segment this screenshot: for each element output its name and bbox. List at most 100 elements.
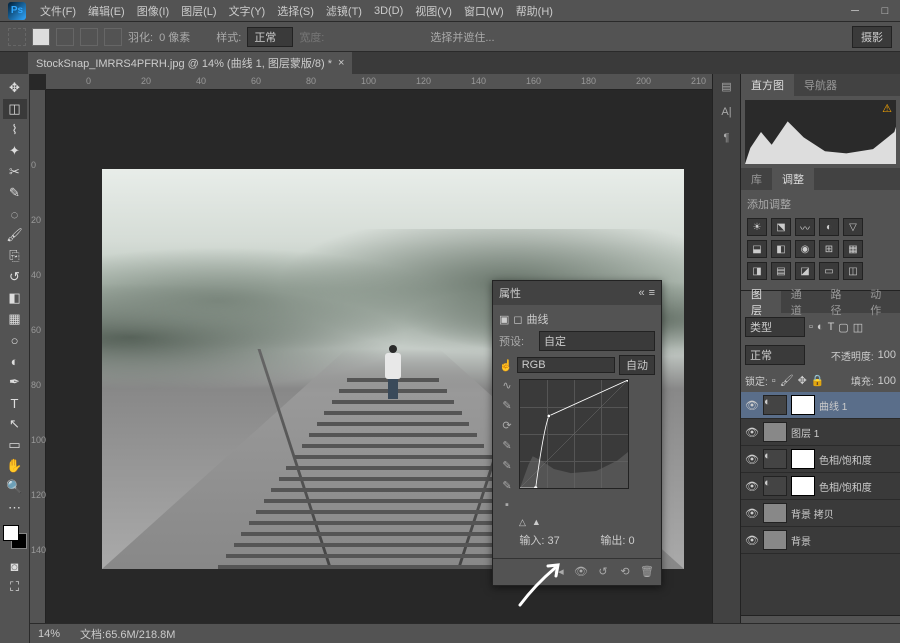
feather-value[interactable]: 0 像素: [159, 29, 190, 45]
layer-mask-thumb[interactable]: [791, 476, 815, 496]
layer-visibility-icon[interactable]: 👁: [745, 426, 759, 439]
blend-mode-select[interactable]: 正常: [745, 345, 805, 365]
selection-add-icon[interactable]: [56, 28, 74, 46]
tab-actions[interactable]: 动作: [860, 291, 900, 313]
layer-name-label[interactable]: 图层 1: [791, 425, 896, 440]
adj-exposure-icon[interactable]: ◐: [819, 218, 839, 236]
adj-photo-filter-icon[interactable]: ◉: [795, 240, 815, 258]
menu-select[interactable]: 选择(S): [271, 3, 320, 19]
gradient-tool[interactable]: ▦: [3, 309, 27, 329]
layer-mask-thumb[interactable]: [791, 395, 815, 415]
adj-threshold-icon[interactable]: ◪: [795, 262, 815, 280]
layer-row[interactable]: 👁◐色相/饱和度: [741, 473, 900, 500]
filter-adjust-icon[interactable]: ◐: [817, 321, 824, 333]
select-and-mask-button[interactable]: 选择并遮住...: [430, 29, 494, 45]
target-adjust-icon[interactable]: ☝: [499, 359, 513, 372]
menu-file[interactable]: 文件(F): [34, 3, 82, 19]
marquee-tool-icon[interactable]: [8, 28, 26, 46]
eraser-tool[interactable]: ◧: [3, 288, 27, 308]
tab-navigator[interactable]: 导航器: [794, 74, 847, 96]
selection-intersect-icon[interactable]: [104, 28, 122, 46]
output-value[interactable]: 0: [629, 535, 635, 547]
layer-row[interactable]: 👁 图层 1: [741, 419, 900, 446]
mask-icon[interactable]: ◻: [513, 313, 522, 326]
reset-default-icon[interactable]: ⟲: [617, 565, 633, 579]
filter-pixel-icon[interactable]: ▫: [809, 321, 813, 333]
selection-subtract-icon[interactable]: [80, 28, 98, 46]
minimize-button[interactable]: ─: [840, 1, 870, 21]
blur-tool[interactable]: ○: [3, 330, 27, 350]
menu-image[interactable]: 图像(I): [131, 3, 175, 19]
adj-bw-icon[interactable]: ◧: [771, 240, 791, 258]
magic-wand-tool[interactable]: ✦: [3, 141, 27, 161]
screen-mode-toggle[interactable]: ⛶: [3, 577, 27, 597]
toggle-visibility-icon[interactable]: 👁: [573, 565, 589, 579]
rectangle-tool[interactable]: ▭: [3, 435, 27, 455]
menu-layer[interactable]: 图层(L): [175, 3, 222, 19]
menu-3d[interactable]: 3D(D): [368, 5, 409, 17]
layer-name-label[interactable]: 色相/饱和度: [819, 479, 896, 494]
layer-visibility-icon[interactable]: 👁: [745, 534, 759, 547]
filter-type-icon[interactable]: T: [828, 321, 835, 333]
layer-name-label[interactable]: 曲线 1: [819, 398, 896, 413]
maximize-button[interactable]: □: [870, 1, 900, 21]
adj-posterize-icon[interactable]: ▤: [771, 262, 791, 280]
history-panel-icon[interactable]: ▤: [718, 80, 736, 96]
color-swatches[interactable]: [3, 525, 27, 549]
layer-row[interactable]: 👁背景 拷贝: [741, 500, 900, 527]
style-select[interactable]: 正常: [247, 27, 293, 47]
brush-tool[interactable]: 🖌: [3, 225, 27, 245]
collapse-panel-icon[interactable]: «: [638, 287, 644, 299]
eyedropper-tool[interactable]: ✎: [3, 183, 27, 203]
layer-name-label[interactable]: 背景 拷贝: [791, 506, 896, 521]
curve-clip-icon[interactable]: ▪: [499, 499, 515, 515]
channel-select[interactable]: RGB: [517, 357, 615, 373]
lock-position-icon[interactable]: ✥: [798, 374, 807, 387]
fill-value[interactable]: 100: [878, 375, 896, 387]
layer-filter-kind[interactable]: 类型: [745, 317, 805, 337]
eyedropper-white-icon[interactable]: ✎: [499, 479, 515, 495]
clip-to-layer-icon[interactable]: ▪◂: [551, 565, 567, 579]
layer-visibility-icon[interactable]: 👁: [745, 453, 759, 466]
lock-pixels-icon[interactable]: 🖌: [780, 374, 794, 387]
adj-channel-mixer-icon[interactable]: ⊞: [819, 240, 839, 258]
edit-toolbar[interactable]: ⋯: [3, 498, 27, 518]
tab-channels[interactable]: 通道: [781, 291, 821, 313]
menu-window[interactable]: 窗口(W): [458, 3, 510, 19]
document-tab[interactable]: StockSnap_IMRRS4PFRH.jpg @ 14% (曲线 1, 图层…: [28, 52, 352, 74]
menu-edit[interactable]: 编辑(E): [82, 3, 131, 19]
adj-vibrance-icon[interactable]: ▽: [843, 218, 863, 236]
opacity-value[interactable]: 100: [878, 349, 896, 361]
document-info[interactable]: 文档:65.6M/218.8M: [80, 626, 175, 642]
adj-hue-icon[interactable]: ⬓: [747, 240, 767, 258]
layer-row[interactable]: 👁背景: [741, 527, 900, 554]
curves-graph[interactable]: [519, 379, 629, 489]
curve-smooth-icon[interactable]: ⟳: [499, 419, 515, 435]
tab-adjustments[interactable]: 调整: [772, 168, 814, 190]
tab-library[interactable]: 库: [741, 168, 772, 190]
zoom-level[interactable]: 14%: [38, 628, 60, 640]
input-value[interactable]: 37: [547, 535, 559, 547]
move-tool[interactable]: ✥: [3, 78, 27, 98]
spot-heal-tool[interactable]: ◌: [3, 204, 27, 224]
paragraph-panel-icon[interactable]: ¶: [718, 132, 736, 148]
workspace-switcher[interactable]: 摄影: [852, 26, 892, 48]
crop-tool[interactable]: ✂: [3, 162, 27, 182]
dodge-tool[interactable]: ◐: [3, 351, 27, 371]
lasso-tool[interactable]: ⌇: [3, 120, 27, 140]
adj-curves-icon[interactable]: 〰: [795, 218, 815, 236]
histogram-warning-icon[interactable]: ⚠: [882, 102, 892, 115]
adj-invert-icon[interactable]: ◨: [747, 262, 767, 280]
curve-draw-tool-icon[interactable]: ✎: [499, 399, 515, 415]
eyedropper-gray-icon[interactable]: ✎: [499, 459, 515, 475]
menu-filter[interactable]: 滤镜(T): [320, 3, 368, 19]
marquee-tool[interactable]: ◫: [3, 99, 27, 119]
filter-shape-icon[interactable]: ▢: [838, 321, 848, 334]
clone-stamp-tool[interactable]: ⎘: [3, 246, 27, 266]
type-tool[interactable]: T: [3, 393, 27, 413]
auto-button[interactable]: 自动: [619, 355, 655, 375]
panel-menu-icon[interactable]: ≡: [649, 287, 655, 299]
layer-visibility-icon[interactable]: 👁: [745, 480, 759, 493]
adj-gradient-map-icon[interactable]: ▭: [819, 262, 839, 280]
lock-all-icon[interactable]: 🔒: [811, 374, 825, 387]
